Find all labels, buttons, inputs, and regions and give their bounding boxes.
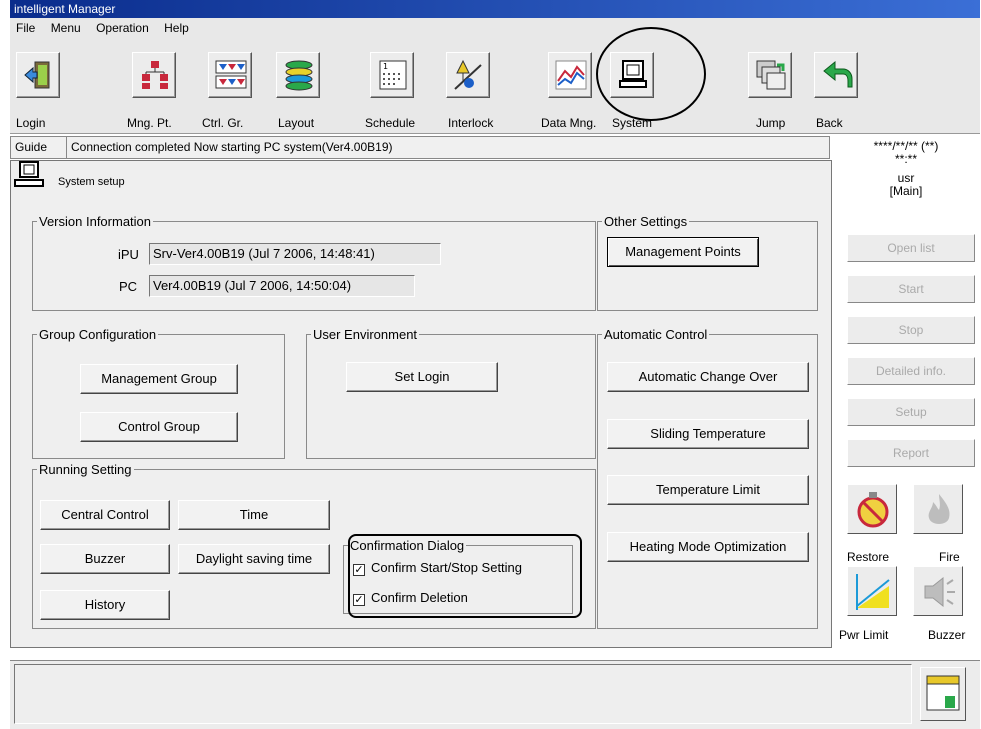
window-title: intelligent Manager — [10, 0, 980, 18]
buzzer-side-button[interactable] — [913, 566, 963, 616]
user-env-legend: User Environment — [313, 327, 418, 342]
ctrl-gr-label: Ctrl. Gr. — [202, 116, 244, 130]
jump-windows-icon — [756, 60, 786, 90]
guide-bar: Guide Connection completed Now starting P… — [10, 136, 830, 159]
pc-label: PC — [119, 279, 138, 294]
control-group-button[interactable]: Control Group — [80, 412, 238, 442]
status-message-box — [14, 664, 912, 724]
menu-file[interactable]: File — [10, 18, 41, 38]
management-points-button[interactable]: Management Points — [607, 237, 759, 267]
app-window: intelligent Manager File Menu Operation … — [10, 0, 980, 729]
restore-label: Restore — [847, 550, 890, 564]
mng-pt-label: Mng. Pt. — [127, 116, 172, 130]
buzzer-side-label: Buzzer — [928, 628, 966, 642]
menu-bar: File Menu Operation Help — [10, 18, 980, 38]
layout-button[interactable] — [276, 52, 320, 98]
data-mng-button[interactable] — [548, 52, 592, 98]
restore-icon — [857, 492, 889, 528]
checkmark-icon: ✓ — [353, 594, 365, 606]
ipu-version-field: Srv-Ver4.00B19 (Jul 7 2006, 14:48:41) — [149, 243, 441, 265]
panel-title: System setup — [58, 176, 125, 188]
management-group-button[interactable]: Management Group — [80, 364, 238, 394]
schedule-label: Schedule — [365, 116, 416, 130]
login-button[interactable] — [16, 52, 60, 98]
setup-button[interactable]: Setup — [847, 398, 975, 426]
data-mng-label: Data Mng. — [541, 116, 597, 130]
time-text: **:** — [894, 152, 917, 166]
open-list-button[interactable]: Open list — [847, 234, 975, 262]
computer-icon — [619, 60, 647, 88]
calendar-icon: 1 — [379, 60, 407, 90]
stop-button[interactable]: Stop — [847, 316, 975, 344]
layout-label: Layout — [278, 116, 315, 130]
toolbar: Login Mng. Pt. Ctrl. Gr. Layout 1 Schedu… — [10, 38, 980, 134]
login-label: Login — [16, 116, 46, 130]
confirmation-dialog-legend: Confirmation Dialog — [350, 538, 465, 553]
ctrl-gr-button[interactable] — [208, 52, 252, 98]
sliding-temperature-button[interactable]: Sliding Temperature — [607, 419, 809, 449]
report-button[interactable]: Report — [847, 439, 975, 467]
central-control-button[interactable]: Central Control — [40, 500, 170, 530]
confirm-deletion-checkbox[interactable]: ✓ Confirm Deletion — [353, 590, 468, 606]
schedule-button[interactable]: 1 — [370, 52, 414, 98]
panel-display-icon — [926, 675, 960, 711]
power-limit-icon — [856, 574, 890, 610]
pc-version-field: Ver4.00B19 (Jul 7 2006, 14:50:04) — [149, 275, 415, 297]
back-label: Back — [816, 116, 843, 130]
set-login-button[interactable]: Set Login — [346, 362, 498, 392]
pwr-limit-button[interactable] — [847, 566, 897, 616]
running-setting-legend: Running Setting — [39, 462, 132, 477]
speaker-icon — [924, 576, 955, 608]
auto-change-over-button[interactable]: Automatic Change Over — [607, 362, 809, 392]
svg-text:1: 1 — [383, 62, 388, 71]
system-setup-computer-icon — [12, 160, 46, 193]
history-button[interactable]: History — [40, 590, 170, 620]
control-group-icon — [215, 60, 247, 89]
role-text: [Main] — [889, 184, 923, 198]
detailed-info-button[interactable]: Detailed info. — [847, 357, 975, 385]
other-settings-legend: Other Settings — [604, 214, 688, 229]
auto-control-legend: Automatic Control — [604, 327, 708, 342]
temperature-limit-button[interactable]: Temperature Limit — [607, 475, 809, 505]
menu-operation[interactable]: Operation — [90, 18, 155, 38]
heating-mode-optimization-button[interactable]: Heating Mode Optimization — [607, 532, 809, 562]
back-arrow-icon — [823, 60, 853, 88]
management-point-icon — [142, 61, 168, 89]
status-info: ****/**/** (**) **:** usr [Main] — [836, 140, 976, 198]
interlock-icon — [454, 59, 482, 90]
guide-text: Connection completed Now starting PC sys… — [71, 140, 393, 154]
version-info-legend: Version Information — [39, 214, 152, 229]
fire-label: Fire — [939, 550, 960, 564]
confirm-start-stop-checkbox[interactable]: ✓ Confirm Start/Stop Setting — [353, 560, 522, 576]
confirm-start-stop-label: Confirm Start/Stop Setting — [371, 560, 523, 575]
fire-button[interactable] — [913, 484, 963, 534]
time-button[interactable]: Time — [178, 500, 330, 530]
fire-icon — [928, 494, 950, 524]
group-config-legend: Group Configuration — [39, 327, 157, 342]
mng-pt-button[interactable] — [132, 52, 176, 98]
checkmark-icon: ✓ — [353, 564, 365, 576]
chart-icon — [555, 60, 587, 90]
guide-label: Guide — [11, 137, 67, 158]
interlock-button[interactable] — [446, 52, 490, 98]
menu-help[interactable]: Help — [158, 18, 195, 38]
confirm-deletion-label: Confirm Deletion — [371, 590, 468, 605]
system-label: System — [612, 116, 653, 130]
login-door-icon — [24, 61, 50, 89]
daylight-saving-button[interactable]: Daylight saving time — [178, 544, 330, 574]
system-button[interactable] — [610, 52, 654, 98]
restore-button[interactable] — [847, 484, 897, 534]
ipu-label: iPU — [118, 247, 139, 262]
menu-menu[interactable]: Menu — [45, 18, 87, 38]
buzzer-button[interactable]: Buzzer — [40, 544, 170, 574]
pwr-limit-label: Pwr Limit — [839, 628, 889, 642]
status-panel-button[interactable] — [920, 667, 966, 721]
back-button[interactable] — [814, 52, 858, 98]
layout-icon — [285, 60, 313, 91]
user-env-group: User Environment — [306, 327, 596, 459]
jump-button[interactable] — [748, 52, 792, 98]
jump-label: Jump — [756, 116, 786, 130]
start-button[interactable]: Start — [847, 275, 975, 303]
interlock-label: Interlock — [448, 116, 494, 130]
